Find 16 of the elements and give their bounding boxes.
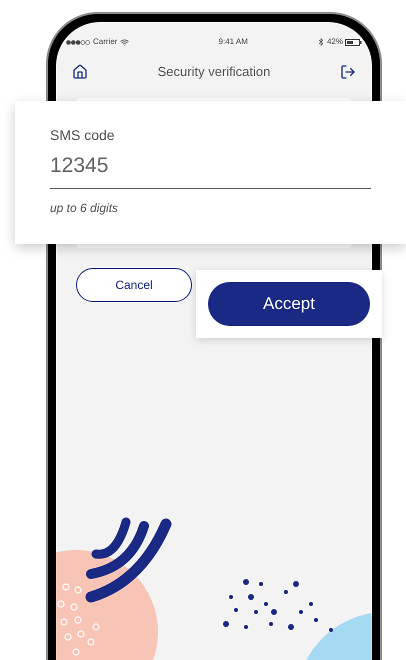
field-value: 12345 xyxy=(50,153,110,179)
clock-text: 9:41 AM xyxy=(218,36,248,48)
accept-button[interactable]: Accept xyxy=(208,282,370,326)
signal-icon xyxy=(66,40,90,44)
sms-code-field[interactable]: SMS code 12345 xyxy=(50,125,371,188)
wifi-icon xyxy=(120,38,130,46)
logout-icon[interactable] xyxy=(340,64,356,80)
cancel-button[interactable]: Cancel xyxy=(76,268,192,302)
field-label: SMS code xyxy=(50,126,116,145)
carrier-text: Carrier xyxy=(93,36,118,48)
bluetooth-icon xyxy=(316,38,325,46)
home-icon[interactable] xyxy=(72,64,88,80)
screen-title: Security verification xyxy=(158,63,270,82)
field-hint: up to 6 digits xyxy=(50,200,120,216)
battery-icon xyxy=(344,38,362,46)
battery-text: 42% xyxy=(326,36,343,48)
